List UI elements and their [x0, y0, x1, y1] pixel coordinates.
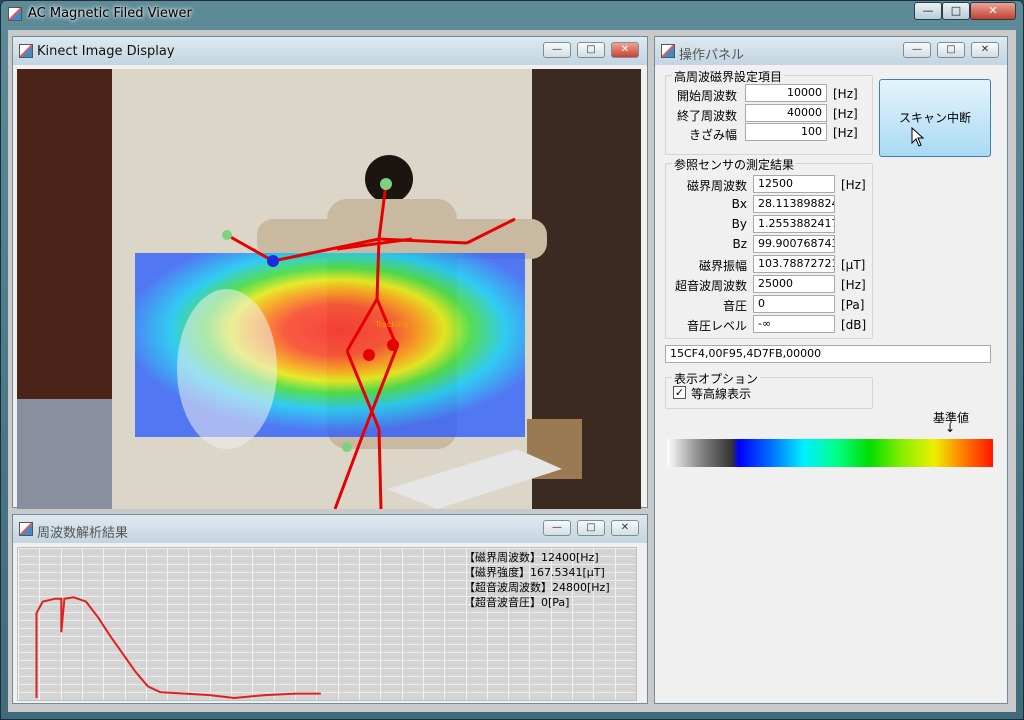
- minimize-button[interactable]: —: [914, 2, 942, 20]
- contour-checkbox[interactable]: ✓: [673, 386, 686, 399]
- tracking-label: Tracking: [374, 320, 408, 329]
- analysis-window-title: 周波数解析結果: [37, 526, 129, 541]
- ref-magnetic-frequency-label: 磁界周波数: [686, 179, 747, 193]
- joint-hip-left: [363, 349, 375, 361]
- ref-bx-value[interactable]: 28.1138988247: [753, 195, 835, 213]
- reference-sensor-legend: 参照センサの測定結果: [672, 156, 797, 173]
- panel-maximize-button[interactable]: □: [937, 42, 965, 58]
- info-line-ultrasonic-pressure: 【超音波音圧】0[Pa]: [464, 596, 570, 609]
- joint-hand-left: [222, 230, 232, 240]
- mouse-cursor-icon: [911, 127, 925, 147]
- ref-magnetic-frequency-unit: [Hz]: [841, 178, 866, 192]
- kinect-camera-image: Tracking: [17, 69, 641, 509]
- ref-ultrasonic-frequency-unit: [Hz]: [841, 278, 866, 292]
- step-width-input[interactable]: 100: [745, 123, 827, 141]
- joint-head: [380, 178, 392, 190]
- kinect-minimize-button[interactable]: —: [543, 42, 571, 58]
- kinect-window-icon: [19, 44, 33, 58]
- ref-sound-pressure-value[interactable]: 0: [753, 295, 835, 313]
- ref-amplitude-label: 磁界振幅: [698, 259, 747, 273]
- kinect-window-title: Kinect Image Display: [37, 44, 175, 59]
- hex-data-field[interactable]: 15CF4,00F95,4D7FB,00000: [665, 345, 991, 363]
- ref-sound-pressure-unit: [Pa]: [841, 298, 865, 312]
- ref-bz-label: Bz: [732, 237, 747, 251]
- maximize-button[interactable]: □: [942, 2, 970, 20]
- spectrum-graph: 【磁界周波数】12400[Hz] 【磁界強度】167.5341[μT] 【超音波…: [17, 547, 637, 701]
- panel-window-icon: [661, 44, 675, 58]
- analysis-maximize-button[interactable]: □: [577, 520, 605, 536]
- ref-amplitude-value[interactable]: 103.788727214: [753, 255, 835, 273]
- scan-stop-button[interactable]: スキャン中断: [879, 79, 991, 157]
- ref-sound-pressure-label: 音圧: [722, 299, 747, 313]
- analysis-window: 周波数解析結果 — □ ✕ 【磁界周波数】12400[Hz] 【磁界強度】167…: [12, 514, 648, 704]
- end-frequency-unit: [Hz]: [833, 107, 858, 121]
- kinect-scene-svg: Tracking: [17, 69, 641, 509]
- frequency-settings-legend: 高周波磁界設定項目: [672, 68, 785, 85]
- ref-ultrasonic-frequency-label: 超音波周波数: [674, 279, 747, 293]
- start-frequency-unit: [Hz]: [833, 87, 858, 101]
- boxes-left: [17, 399, 112, 509]
- window-title: AC Magnetic Filed Viewer: [28, 6, 192, 21]
- panel-minimize-button[interactable]: —: [903, 42, 931, 58]
- panel-window-title: 操作パネル: [679, 48, 745, 63]
- operation-panel-window: 操作パネル — □ ✕ 高周波磁界設定項目 開始周波数 10000 [Hz] 終…: [654, 36, 1008, 704]
- start-frequency-input[interactable]: 10000: [745, 84, 827, 102]
- ref-ultrasonic-frequency-value[interactable]: 25000: [753, 275, 835, 293]
- info-line-ultrasonic-frequency: 【超音波周波数】24800[Hz]: [464, 581, 610, 594]
- contour-checkbox-label[interactable]: 等高線表示: [691, 385, 751, 402]
- analysis-close-button[interactable]: ✕: [611, 520, 639, 536]
- info-line-magnetic-frequency: 【磁界周波数】12400[Hz]: [464, 551, 599, 564]
- kinect-maximize-button[interactable]: □: [577, 42, 605, 58]
- color-scale-bar: [667, 439, 993, 467]
- ref-bx-label: Bx: [731, 197, 747, 211]
- joint-hip-right: [387, 339, 399, 351]
- ref-sound-level-label: 音圧レベル: [686, 319, 747, 333]
- ref-by-value[interactable]: 1.25538824174: [753, 215, 835, 233]
- analysis-minimize-button[interactable]: —: [543, 520, 571, 536]
- analysis-window-icon: [19, 522, 33, 536]
- ref-magnetic-frequency-value[interactable]: 12500: [753, 175, 835, 193]
- reference-arrow: ↓: [945, 421, 956, 435]
- kinect-close-button[interactable]: ✕: [611, 42, 639, 58]
- joint-knee: [342, 442, 352, 452]
- ref-sound-level-unit: [dB]: [841, 318, 867, 332]
- joint-elbow-left: [267, 255, 279, 267]
- kinect-window: Kinect Image Display — □ ✕ Tracking: [12, 36, 648, 509]
- ref-by-label: By: [731, 217, 747, 231]
- info-line-magnetic-strength: 【磁界強度】167.5341[μT]: [464, 566, 605, 579]
- step-width-label: きざみ幅: [688, 128, 737, 142]
- end-frequency-input[interactable]: 40000: [745, 104, 827, 122]
- end-frequency-label: 終了周波数: [676, 109, 737, 123]
- start-frequency-label: 開始周波数: [676, 89, 737, 103]
- close-button[interactable]: ✕: [970, 2, 1016, 20]
- step-width-unit: [Hz]: [833, 126, 858, 140]
- panel-close-button[interactable]: ✕: [971, 42, 999, 58]
- object-reflection: [177, 289, 277, 449]
- ref-bz-value[interactable]: 99.9007687438: [753, 235, 835, 253]
- analysis-info: 【磁界周波数】12400[Hz] 【磁界強度】167.5341[μT] 【超音波…: [464, 550, 610, 610]
- app-icon: [8, 7, 22, 21]
- ref-amplitude-unit: [μT]: [841, 258, 866, 272]
- ref-sound-level-value[interactable]: -∞: [753, 315, 835, 333]
